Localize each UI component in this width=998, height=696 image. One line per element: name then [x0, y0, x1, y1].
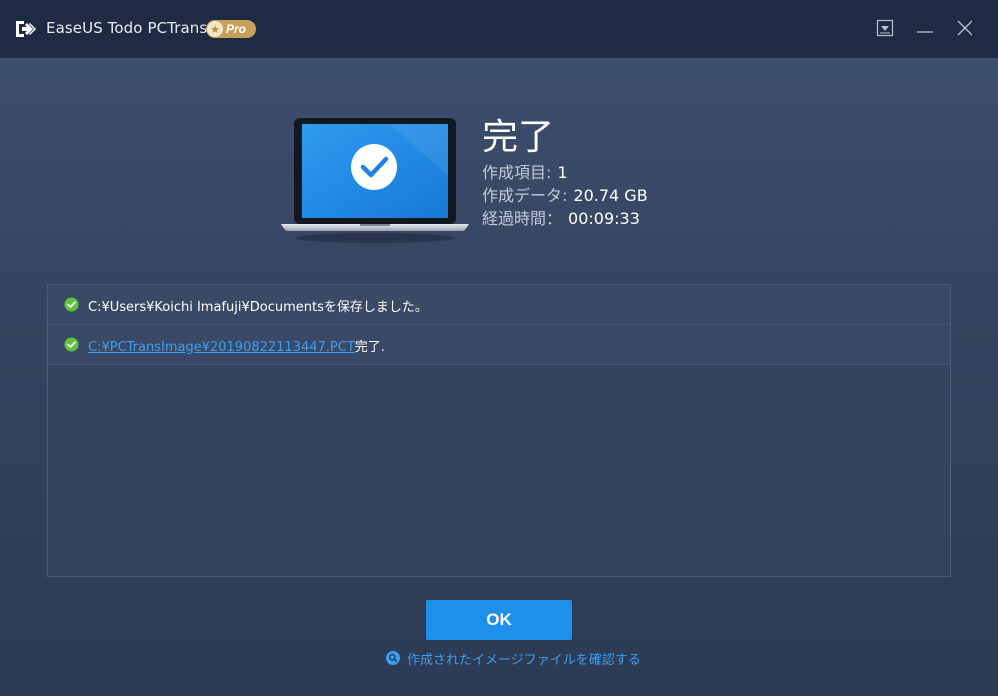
log-panel[interactable]: C:¥Users¥Koichi Imafuji¥Documentsを保存しました… — [47, 284, 951, 577]
close-icon[interactable] — [954, 17, 976, 39]
created-data-stat: 作成データ: 20.74 GB — [482, 182, 648, 206]
log-message: C:¥Users¥Koichi Imafuji¥Documentsを保存しました… — [88, 300, 428, 315]
log-suffix: 完了. — [354, 340, 385, 355]
laptop-check-icon — [281, 118, 469, 243]
created-items-stat: 作成項目: 1 — [482, 159, 568, 183]
check-circle-icon — [64, 337, 79, 352]
log-row: C:¥Users¥Koichi Imafuji¥Documentsを保存しました… — [48, 285, 950, 325]
star-icon: ★ — [207, 21, 223, 37]
title-bar: EaseUS Todo PCTrans ★ Pro — [0, 0, 998, 58]
pro-badge: ★ Pro — [206, 20, 256, 38]
main-window: EaseUS Todo PCTrans ★ Pro 完了 作成項目: 1 作成デ… — [0, 0, 998, 696]
created-items-value: 1 — [557, 163, 568, 182]
elapsed-time-value: 00:09:33 — [568, 209, 640, 228]
dropdown-icon[interactable] — [874, 17, 896, 39]
app-title: EaseUS Todo PCTrans — [46, 19, 208, 37]
elapsed-time-label: 経過時間： — [482, 209, 563, 228]
minimize-icon[interactable] — [914, 17, 936, 39]
created-data-value: 20.74 GB — [573, 186, 648, 205]
check-circle-icon — [64, 297, 79, 312]
ok-button[interactable]: OK — [426, 600, 572, 640]
app-logo-icon — [16, 21, 36, 37]
completion-title: 完了 — [482, 117, 555, 158]
log-message: C:¥PCTransImage¥20190822113447.PCT完了. — [88, 336, 385, 355]
confirm-image-link[interactable]: 作成されたイメージファイルを確認する — [386, 649, 641, 668]
log-row: C:¥PCTransImage¥20190822113447.PCT完了. — [48, 325, 950, 365]
elapsed-time-stat: 経過時間： 00:09:33 — [482, 205, 640, 229]
pro-badge-label: Pro — [226, 22, 247, 36]
search-icon — [386, 651, 400, 665]
confirm-image-link-label: 作成されたイメージファイルを確認する — [407, 652, 641, 668]
created-items-label: 作成項目: — [482, 163, 552, 182]
created-data-label: 作成データ: — [482, 186, 568, 205]
image-file-link[interactable]: C:¥PCTransImage¥20190822113447.PCT — [88, 340, 355, 355]
